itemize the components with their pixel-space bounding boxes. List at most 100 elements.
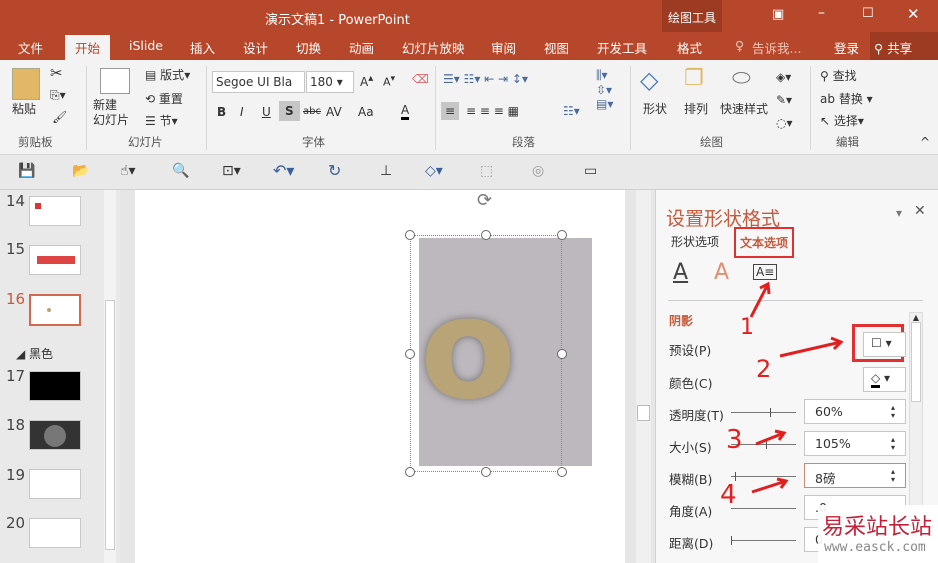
slide-thumbnail-14[interactable] [29, 196, 81, 226]
align-center-icon[interactable]: ≡ ≡ ≡ ▦ [466, 104, 519, 118]
maximize-button[interactable]: ☐ [862, 6, 874, 21]
slide-thumbnail-16[interactable] [29, 294, 81, 326]
watermark: 易采站长站 www.easck.com [818, 505, 938, 563]
minimize-button[interactable]: – [818, 5, 825, 21]
paste-icon[interactable] [12, 68, 40, 100]
shapes-button[interactable]: 形状 [643, 100, 667, 117]
tab-developer[interactable]: 开发工具 [597, 38, 647, 57]
slide-number: 19 [6, 466, 26, 484]
shadow-button[interactable]: S [279, 101, 300, 121]
font-size-dropdown[interactable]: 180 ▾ [306, 71, 354, 93]
tab-review[interactable]: 审阅 [491, 38, 516, 57]
tab-animations[interactable]: 动画 [349, 38, 374, 57]
resize-handle[interactable] [557, 349, 567, 359]
quick-styles-icon[interactable]: ⬭ [732, 66, 751, 91]
resize-handle[interactable] [405, 349, 415, 359]
touch-mode-icon[interactable]: ☝▾ [120, 163, 136, 179]
italic-button[interactable]: I [240, 105, 244, 119]
layout-label[interactable]: 版式 [160, 68, 184, 82]
tab-islide[interactable]: iSlide [129, 38, 163, 53]
thumbnails-scrollbar[interactable] [104, 190, 116, 563]
tab-view[interactable]: 视图 [544, 38, 569, 57]
reset-label[interactable]: 重置 [159, 92, 183, 106]
lightbulb-icon: ♀ [735, 38, 745, 53]
resize-handle[interactable] [405, 467, 415, 477]
tab-file[interactable]: 文件 [18, 38, 43, 57]
group-icon[interactable]: ⬚ [480, 163, 493, 179]
resize-handle[interactable] [405, 230, 415, 240]
merge-icon[interactable]: ◎ [532, 163, 544, 179]
close-button[interactable]: ✕ [907, 5, 920, 23]
undo-icon[interactable]: ↶▾ [273, 161, 294, 180]
resize-handle[interactable] [481, 230, 491, 240]
rotate-handle-icon[interactable]: ⟳ [477, 190, 492, 211]
strikethrough-button[interactable]: abc [303, 106, 321, 117]
slide-thumbnail-15[interactable] [29, 245, 81, 275]
format-painter-icon[interactable]: 🖌 [52, 110, 67, 124]
share-button[interactable]: ⚲ 共享 [870, 32, 938, 60]
slideshow-icon[interactable]: ⊡▾ [222, 163, 241, 179]
arrange-icon[interactable]: ❐ [684, 66, 704, 91]
tab-insert[interactable]: 插入 [190, 38, 215, 57]
annotation-number: 1 [740, 315, 754, 340]
collapse-ribbon-icon[interactable]: ^ [920, 135, 930, 149]
tab-transitions[interactable]: 切换 [296, 38, 321, 57]
cut-icon[interactable]: ✂ [50, 64, 63, 82]
quick-styles-button[interactable]: 快速样式 [720, 100, 768, 117]
paste-button[interactable]: 粘贴 [12, 100, 36, 117]
find-label[interactable]: 查找 [833, 69, 857, 83]
align-icon[interactable]: ⊥ [380, 163, 392, 179]
textbox-icon[interactable]: ▭ [584, 163, 597, 179]
font-name-dropdown[interactable]: Segoe UI Bla [212, 71, 305, 93]
underline-button[interactable]: U [262, 105, 271, 119]
resize-handle[interactable] [557, 230, 567, 240]
print-preview-icon[interactable]: 🔍 [172, 163, 189, 179]
char-spacing-button[interactable]: AV [326, 105, 342, 119]
copy-icon[interactable]: ⎘▾ [50, 88, 66, 103]
increase-font-icon[interactable]: A▴ [360, 73, 373, 89]
align-left-icon[interactable]: ≡ [441, 102, 460, 120]
slide-thumbnail-19[interactable] [29, 469, 81, 499]
tab-format[interactable]: 格式 [677, 38, 702, 57]
redo-icon[interactable]: ↻ [328, 161, 341, 180]
slide-thumbnail-20[interactable] [29, 518, 81, 548]
tab-home[interactable]: 开始 [65, 35, 111, 60]
resize-handle[interactable] [481, 467, 491, 477]
select-label[interactable]: 选择 [834, 114, 858, 128]
login-link[interactable]: 登录 [834, 38, 859, 57]
tab-slideshow[interactable]: 幻灯片放映 [402, 38, 465, 57]
slide-scrollbar[interactable] [636, 190, 651, 563]
group-drawing-label: 绘图 [700, 135, 723, 149]
open-folder-icon[interactable]: 📂 [72, 163, 89, 179]
replace-label[interactable]: 替换 [839, 92, 863, 106]
decrease-font-icon[interactable]: A▾ [383, 73, 395, 89]
slide-text[interactable]: o [420, 275, 516, 425]
text-direction-icon[interactable]: ⫼▾ ⇳▾ ▤▾ [596, 68, 613, 111]
section-header[interactable]: ◢ 黑色 [16, 345, 53, 362]
new-slide-icon[interactable] [100, 68, 130, 94]
quick-access-toolbar: 💾 📂 ☝▾ 🔍 ⊡▾ ↶▾ ↻ ⊥ ◇▾ ⬚ ◎ ▭ [0, 155, 938, 190]
watermark-name: 易采站长站 [822, 515, 933, 540]
new-slide-button[interactable]: 新建 幻灯片 [93, 98, 129, 128]
save-icon[interactable]: 💾 [18, 163, 35, 179]
bullets-icon[interactable]: ☰▾ ☷▾ ⇤ ⇥ ↕▾ [443, 72, 528, 86]
resize-handle[interactable] [557, 467, 567, 477]
shape-icon[interactable]: ◇▾ [425, 163, 443, 179]
tab-design[interactable]: 设计 [243, 38, 268, 57]
arrange-button[interactable]: 排列 [684, 100, 708, 117]
slide-canvas[interactable]: o ⟳ [135, 190, 625, 563]
columns-icon[interactable]: ☷▾ [563, 104, 580, 118]
section-label[interactable]: 节 [160, 114, 172, 128]
change-case-button[interactable]: Aa [358, 105, 374, 119]
tell-me-search[interactable]: 告诉我... [752, 38, 801, 57]
clear-format-icon[interactable]: ⌫ [412, 72, 429, 86]
select-button: ↖ 选择▾ [820, 114, 864, 128]
shape-fill-outline-effects-icons[interactable]: ◈▾ ✎▾ ◌▾ [776, 66, 793, 135]
shapes-icon[interactable]: ◇ [640, 66, 658, 94]
slide-number: 14 [6, 192, 26, 210]
font-color-button[interactable]: A [401, 103, 410, 120]
slide-thumbnail-18[interactable] [29, 420, 81, 450]
slide-thumbnail-17[interactable] [29, 371, 81, 401]
bold-button[interactable]: B [217, 105, 226, 119]
ribbon-display-icon[interactable]: ▣ [772, 7, 784, 22]
